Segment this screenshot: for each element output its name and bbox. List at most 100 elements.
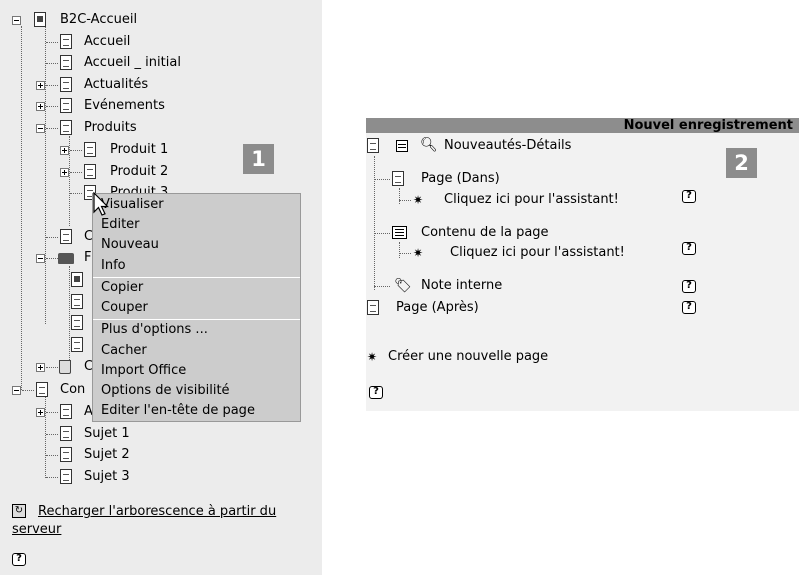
tree-item-label: Sujet 2 [84, 447, 130, 462]
tree-item-label: Con [60, 382, 86, 397]
tree-connector [46, 128, 58, 129]
tree-connector [374, 179, 390, 180]
panel-header: Nouvel enregistrement [366, 118, 799, 133]
page-icon [60, 120, 72, 135]
table-icon[interactable] [396, 140, 408, 152]
tree-item-label: Produits [84, 120, 137, 135]
reload-tree-link[interactable]: Recharger l'arborescence à partir du ser… [12, 503, 318, 539]
page-dans-label: Page (Dans) [421, 171, 500, 186]
page-apres-label: Page (Après) [396, 300, 479, 315]
collapse-icon[interactable] [36, 124, 45, 133]
expand-icon[interactable] [36, 102, 45, 111]
expand-icon[interactable] [60, 168, 69, 177]
tree-connector [374, 233, 390, 234]
tree-connector [399, 200, 411, 201]
root-page-icon [34, 12, 46, 27]
expand-icon[interactable] [36, 81, 45, 90]
tree-connector [46, 106, 58, 107]
tree-item-label: Sujet 1 [84, 426, 130, 441]
tree-connector [374, 156, 375, 290]
folder-icon [58, 253, 74, 264]
new-record-panel: Nouvel enregistrement 🔍︎ Nouveautés-Déta… [366, 118, 799, 411]
menu-item-info[interactable]: Info [101, 256, 126, 276]
tree-item-label: Accueil _ initial [84, 55, 181, 70]
menu-item-copier[interactable]: Copier [101, 278, 143, 298]
page-tree-panel: B2C-Accueil Accueil Accueil _ initial Ac… [0, 0, 322, 575]
page-icon [60, 98, 72, 113]
tree-item-label: Produit 2 [110, 164, 169, 179]
tree-connector [46, 237, 58, 238]
help-icon[interactable]: ? [682, 301, 696, 314]
tree-connector [399, 253, 411, 254]
menu-item-cacher[interactable]: Cacher [101, 341, 147, 361]
menu-item-editer[interactable]: Editer [101, 215, 140, 235]
page-icon [36, 382, 48, 397]
expand-icon[interactable] [60, 146, 69, 155]
menu-item-couper[interactable]: Couper [101, 298, 148, 318]
page-icon [60, 77, 72, 92]
tree-connector [399, 242, 400, 258]
expand-icon[interactable] [36, 408, 45, 417]
page-icon [367, 300, 379, 315]
tree-connector [46, 85, 58, 86]
page-icon [71, 315, 83, 330]
page-icon [60, 55, 72, 70]
menu-item-options-visibilite[interactable]: Options de visibilité [101, 381, 230, 401]
wizard-icon[interactable]: ✷ [413, 190, 423, 210]
tree-connector [70, 150, 82, 151]
contenu-label: Contenu de la page [421, 225, 549, 240]
tree-connector [45, 26, 46, 324]
tree-connector [374, 286, 390, 287]
menu-item-editer-entete[interactable]: Editer l'en-tête de page [101, 401, 255, 421]
menu-item-plus-options[interactable]: Plus d'options ... [101, 320, 208, 340]
menu-item-import-office[interactable]: Import Office [101, 361, 186, 381]
magnifier-icon[interactable]: 🔍︎ [420, 135, 438, 155]
tree-item-label: B2C-Accueil [60, 12, 138, 27]
create-page-link[interactable]: Créer une nouvelle page [388, 347, 548, 367]
help-icon[interactable]: ? [682, 280, 696, 293]
tree-connector [70, 172, 82, 173]
help-icon[interactable]: ? [12, 553, 26, 566]
tree-connector [46, 63, 58, 64]
tree-connector [22, 390, 34, 391]
wizard-icon[interactable]: ✷ [367, 347, 377, 367]
tree-connector [69, 266, 70, 366]
tree-connector [46, 258, 58, 259]
help-icon[interactable]: ? [682, 190, 696, 203]
tree-connector [399, 188, 400, 204]
mouse-pointer-icon [93, 192, 109, 216]
collapse-icon[interactable] [36, 254, 45, 263]
wizard-icon[interactable]: ✷ [413, 243, 423, 263]
step-badge-2: 2 [726, 148, 757, 178]
note-label: Note interne [421, 278, 503, 293]
page-icon [392, 171, 404, 186]
page-icon [60, 447, 72, 462]
context-menu: Visualiser Editer Nouveau Info Copier Co… [92, 193, 301, 422]
page-icon [60, 34, 72, 49]
assistant-link-1[interactable]: Cliquez ici pour l'assistant! [444, 190, 619, 210]
tree-item-label: Evénements [84, 98, 165, 113]
menu-item-nouveau[interactable]: Nouveau [101, 235, 159, 255]
tree-item-label: Actualités [84, 77, 149, 92]
page-icon [84, 142, 96, 157]
page-icon [71, 337, 83, 352]
tree-connector [46, 434, 58, 435]
assistant-link-2[interactable]: Cliquez ici pour l'assistant! [450, 243, 625, 263]
tree-connector [46, 412, 58, 413]
page-icon [71, 272, 83, 287]
tree-item-label: Produit 1 [110, 142, 169, 157]
tree-item-label: Accueil [84, 34, 131, 49]
help-icon[interactable]: ? [369, 386, 383, 399]
recycle-bin-icon [59, 360, 71, 374]
tree-connector [70, 193, 82, 194]
tree-item-label: Sujet 3 [84, 469, 130, 484]
expand-icon[interactable] [36, 363, 45, 372]
tree-connector [45, 396, 46, 478]
page-icon [71, 294, 83, 309]
tree-connector [21, 26, 22, 390]
page-icon [60, 426, 72, 441]
collapse-icon[interactable] [12, 16, 21, 25]
collapse-icon[interactable] [12, 386, 21, 395]
page-icon [60, 229, 72, 244]
help-icon[interactable]: ? [682, 242, 696, 255]
